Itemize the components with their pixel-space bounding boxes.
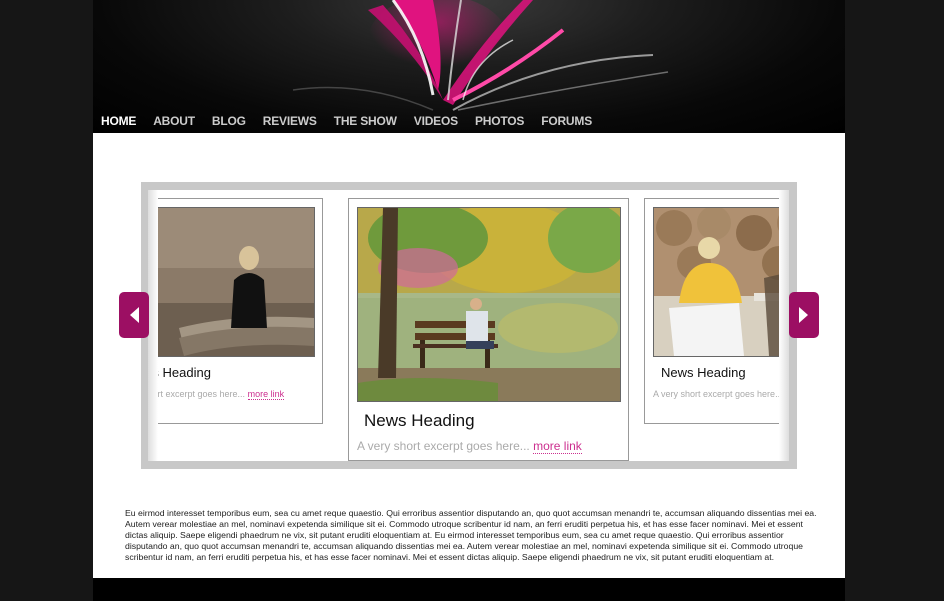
carousel-edge-shadow bbox=[148, 190, 158, 461]
carousel-track: ws Heading short excerpt goes here... mo… bbox=[148, 190, 789, 461]
news-heading: News Heading bbox=[364, 411, 475, 430]
footer-bar bbox=[93, 578, 845, 601]
news-excerpt: short excerpt goes here... bbox=[148, 389, 246, 399]
nav-the-show[interactable]: THE SHOW bbox=[334, 111, 397, 131]
page: HOME ABOUT BLOG REVIEWS THE SHOW VIDEOS … bbox=[93, 0, 845, 601]
news-photo-man-on-park-bench[interactable] bbox=[357, 207, 621, 402]
news-card[interactable]: News Heading A very short excerpt goes h… bbox=[644, 198, 789, 424]
nav-forums[interactable]: FORUMS bbox=[541, 111, 592, 131]
carousel-next-button[interactable] bbox=[789, 292, 819, 338]
more-link[interactable]: more link bbox=[247, 389, 285, 400]
news-excerpt: A very short excerpt goes here... bbox=[653, 389, 783, 399]
news-card-featured[interactable]: News Heading A very short excerpt goes h… bbox=[348, 198, 629, 461]
more-link[interactable]: more link bbox=[533, 439, 582, 454]
news-heading: News Heading bbox=[661, 365, 746, 380]
nav-photos[interactable]: PHOTOS bbox=[475, 111, 524, 131]
news-carousel: ws Heading short excerpt goes here... mo… bbox=[141, 182, 797, 469]
main-content: ws Heading short excerpt goes here... mo… bbox=[93, 133, 845, 578]
news-excerpt: A very short excerpt goes here... bbox=[357, 439, 530, 453]
nav-videos[interactable]: VIDEOS bbox=[414, 111, 458, 131]
news-card[interactable]: ws Heading short excerpt goes here... mo… bbox=[148, 198, 323, 424]
body-paragraph: Eu eirmod interesset temporibus eum, sea… bbox=[125, 508, 817, 562]
header-banner: HOME ABOUT BLOG REVIEWS THE SHOW VIDEOS … bbox=[93, 0, 845, 133]
news-photo-people-at-table[interactable] bbox=[653, 207, 789, 357]
chevron-left-icon bbox=[130, 307, 139, 323]
carousel-prev-button[interactable] bbox=[119, 292, 149, 338]
main-nav: HOME ABOUT BLOG REVIEWS THE SHOW VIDEOS … bbox=[93, 111, 609, 131]
nav-reviews[interactable]: REVIEWS bbox=[263, 111, 317, 131]
carousel-edge-shadow bbox=[779, 190, 789, 461]
nav-blog[interactable]: BLOG bbox=[212, 111, 246, 131]
nav-about[interactable]: ABOUT bbox=[153, 111, 195, 131]
news-photo-woman-on-bench[interactable] bbox=[148, 207, 315, 357]
right-margin bbox=[845, 0, 944, 601]
nav-home[interactable]: HOME bbox=[101, 111, 136, 131]
left-margin bbox=[0, 0, 93, 601]
chevron-right-icon bbox=[799, 307, 808, 323]
